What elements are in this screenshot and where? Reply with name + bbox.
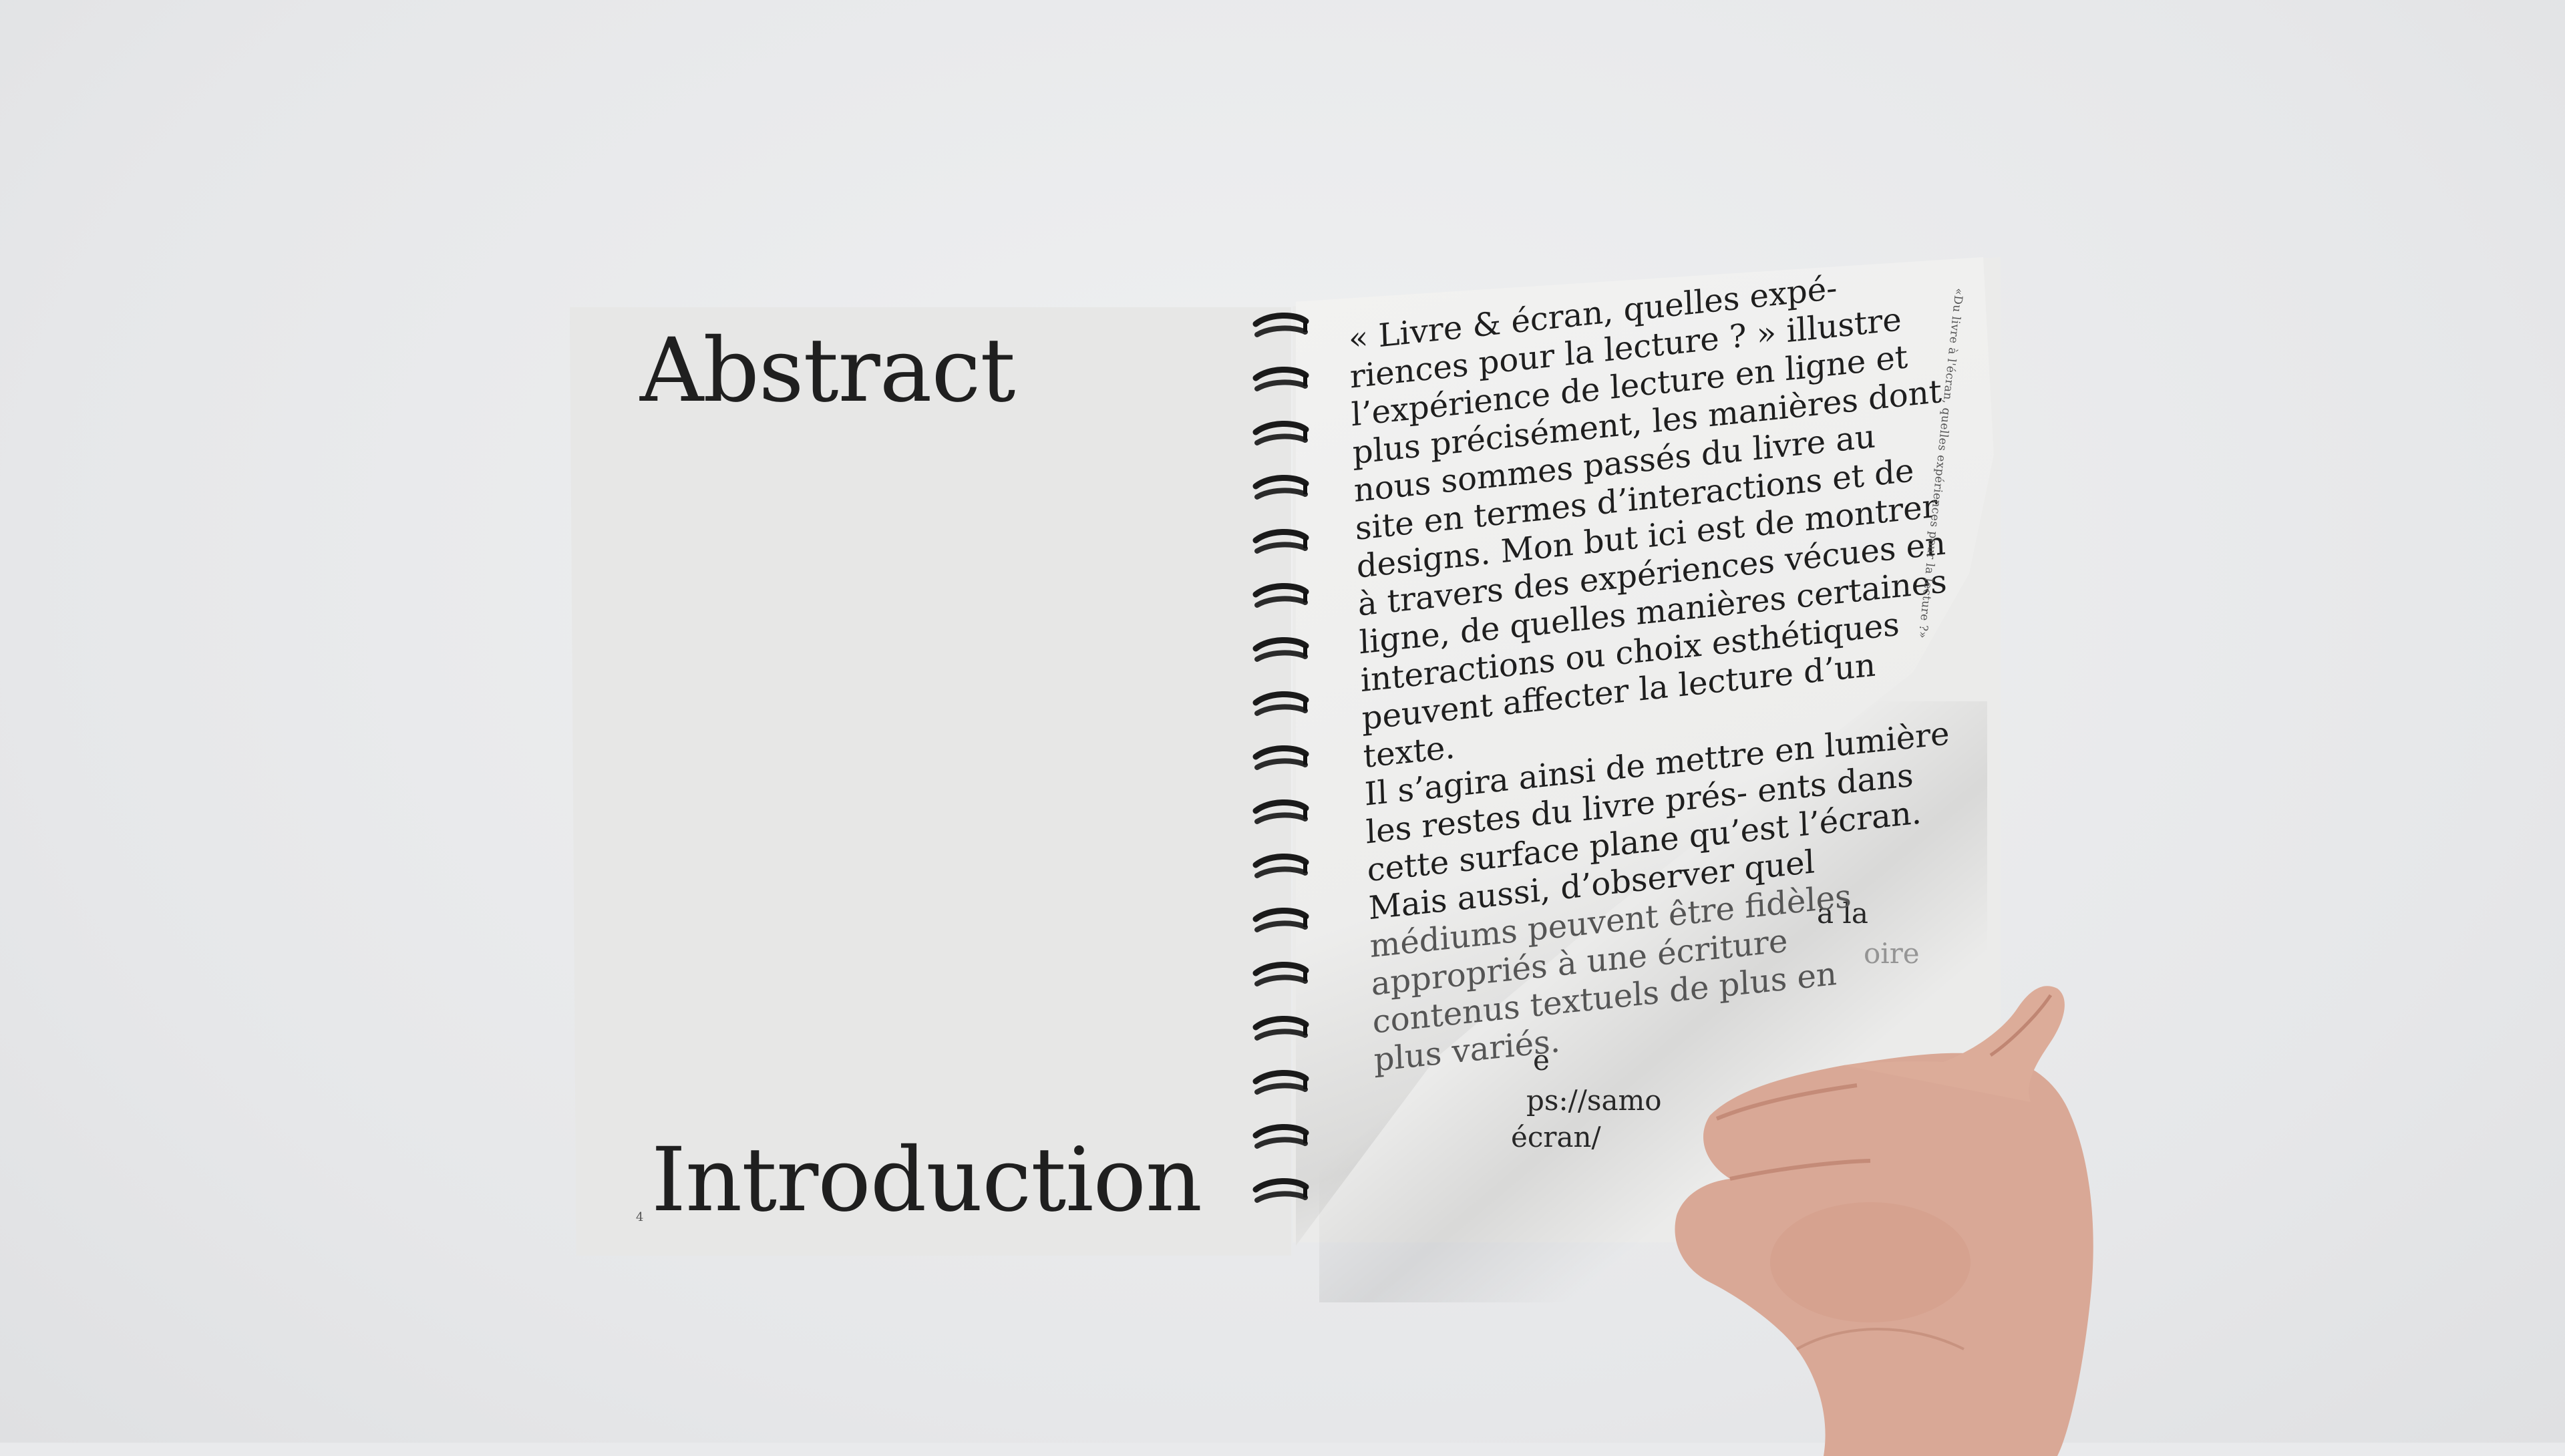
spiral-coil	[1252, 854, 1309, 878]
spiral-coil	[1252, 367, 1309, 391]
spiral-coil	[1252, 529, 1309, 554]
spiral-binding	[1252, 313, 1309, 1203]
spiral-coil	[1252, 962, 1309, 986]
page-number: 4	[636, 1210, 644, 1224]
photo-scene: Abstract 4 Introduction a la oire e ps:/…	[0, 0, 2565, 1456]
spiral-coil	[1252, 691, 1309, 716]
spiral-coil	[1252, 1070, 1309, 1095]
spiral-coil	[1252, 583, 1309, 608]
spiral-coil	[1252, 908, 1309, 932]
spiral-coil	[1252, 1124, 1309, 1149]
abstract-heading: Abstract	[640, 319, 1015, 422]
spiral-coil	[1252, 745, 1309, 770]
spiral-coil	[1252, 421, 1309, 445]
left-page	[570, 307, 1291, 1256]
introduction-heading: Introduction	[651, 1129, 1202, 1232]
spiral-coil	[1252, 799, 1309, 824]
spiral-coil	[1252, 1178, 1309, 1203]
spiral-coil	[1252, 475, 1309, 500]
spiral-coil	[1252, 313, 1309, 337]
spiral-coil	[1252, 1016, 1309, 1041]
underneath-text-line: écran/	[1511, 1121, 1601, 1153]
spiral-coil	[1252, 637, 1309, 662]
hand	[1675, 986, 2093, 1456]
